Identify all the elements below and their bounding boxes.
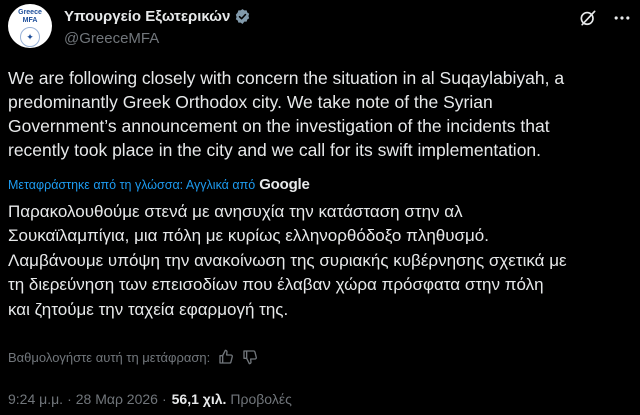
author-display-name-row[interactable]: Υπουργείο Εξωτερικών: [64, 6, 251, 26]
author-names: Υπουργείο Εξωτερικών @GreeceMFA: [64, 6, 251, 49]
more-icon[interactable]: [612, 8, 632, 28]
meta-separator-2: ·: [161, 391, 167, 407]
views-label: Προβολές: [230, 391, 292, 407]
verified-badge-icon: [236, 8, 250, 24]
translation-label[interactable]: Μεταφράστηκε από τη γλώσσα: Αγγλικά από: [8, 177, 255, 193]
author-handle[interactable]: @GreeceMFA: [64, 29, 251, 49]
meta-separator: ·: [67, 391, 72, 407]
emblem-icon: ✦: [20, 27, 40, 47]
thumbs-down-icon[interactable]: [242, 349, 258, 365]
translation-attribution[interactable]: Μεταφράστηκε από τη γλώσσα: Αγγλικά από …: [8, 177, 310, 193]
tweet-text: We are following closely with concern th…: [8, 68, 565, 160]
author-display-name[interactable]: Υπουργείο Εξωτερικών: [64, 8, 230, 25]
tweet-time[interactable]: 9:24 μ.μ.: [8, 391, 63, 407]
thumbs-up-icon[interactable]: [218, 349, 234, 365]
avatar[interactable]: Greece MFA ✦: [8, 4, 52, 48]
tweet-header: Greece MFA ✦ Υπουργείο Εξωτερικών @Greec…: [8, 4, 632, 52]
tweet-date[interactable]: 28 Μαρ 2026: [76, 391, 158, 407]
translated-text: Παρακολουθούμε στενά με ανησυχία την κατ…: [8, 202, 567, 319]
tweet-meta: 9:24 μ.μ. · 28 Μαρ 2026 · 56,1 χιλ. Προβ…: [8, 389, 292, 409]
header-actions: [578, 8, 632, 28]
rate-translation-label: Βαθμολογήστε αυτή τη μετάφραση:: [8, 349, 211, 365]
avatar-text-line1: Greece: [18, 9, 42, 16]
grok-icon[interactable]: [578, 8, 598, 28]
avatar-text-line2: MFA: [22, 17, 38, 24]
rate-translation: Βαθμολογήστε αυτή τη μετάφραση:: [8, 347, 258, 367]
google-logo: Google: [259, 176, 310, 193]
views-count: 56,1 χιλ.: [171, 391, 227, 407]
